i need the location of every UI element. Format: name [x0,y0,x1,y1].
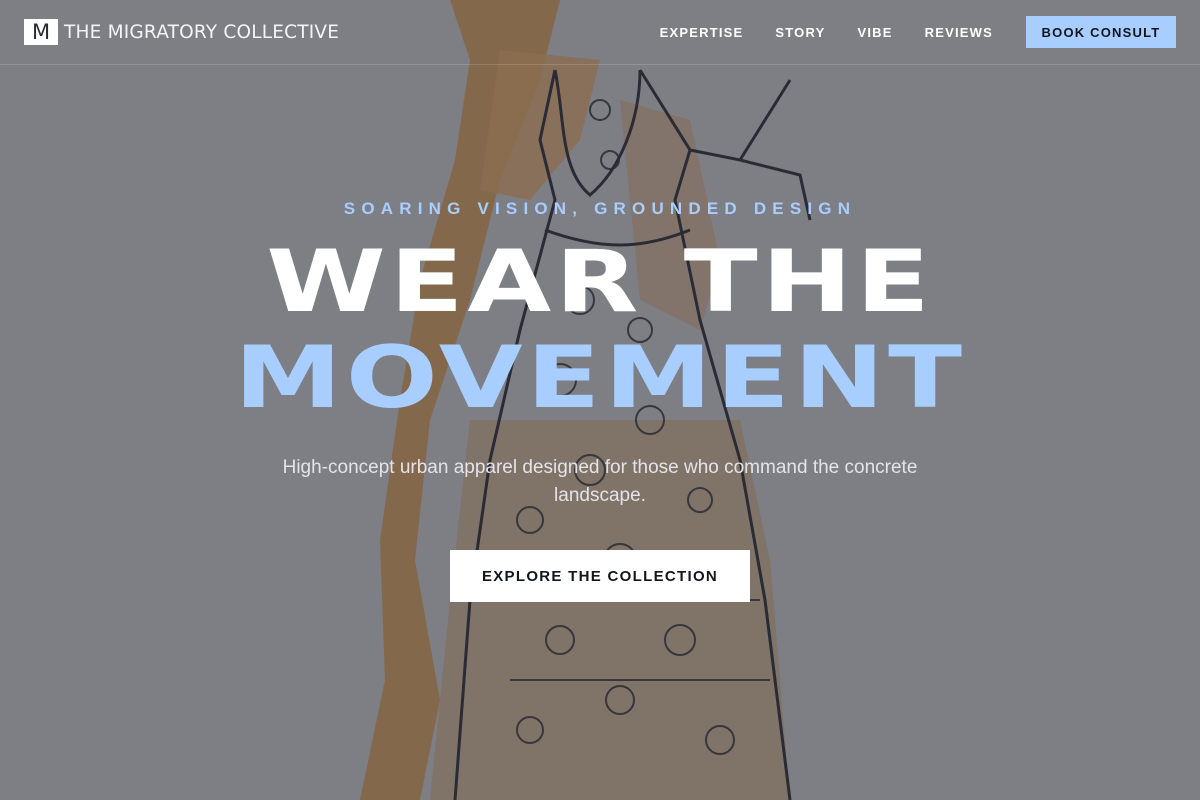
nav-link-expertise[interactable]: EXPERTISE [660,25,744,40]
nav-link-vibe[interactable]: VIBE [857,25,892,40]
brand-name: THE MIGRATORY COLLECTIVE [64,21,340,43]
logo-mark: M [24,19,58,45]
book-consult-button[interactable]: BOOK CONSULT [1026,16,1176,48]
hero-subheading: High-concept urban apparel designed for … [282,457,918,506]
brand-logo[interactable]: M THE MIGRATORY COLLECTIVE [24,19,339,45]
explore-collection-button[interactable]: EXPLORE THE COLLECTION [450,550,750,602]
main-nav: EXPERTISE STORY VIBE REVIEWS BOOK CONSUL… [660,16,1176,48]
hero-section: SOARING VISION, GROUNDED DESIGN WEAR THE… [0,0,1200,800]
hero-headline-line-2: MOVEMENT [234,328,966,428]
site-header: M THE MIGRATORY COLLECTIVE EXPERTISE STO… [0,0,1200,65]
hero-headline-line-1: WEAR THE [266,232,934,332]
hero-eyebrow: SOARING VISION, GROUNDED DESIGN [343,199,857,218]
nav-link-story[interactable]: STORY [775,25,825,40]
nav-link-reviews[interactable]: REVIEWS [925,25,993,40]
